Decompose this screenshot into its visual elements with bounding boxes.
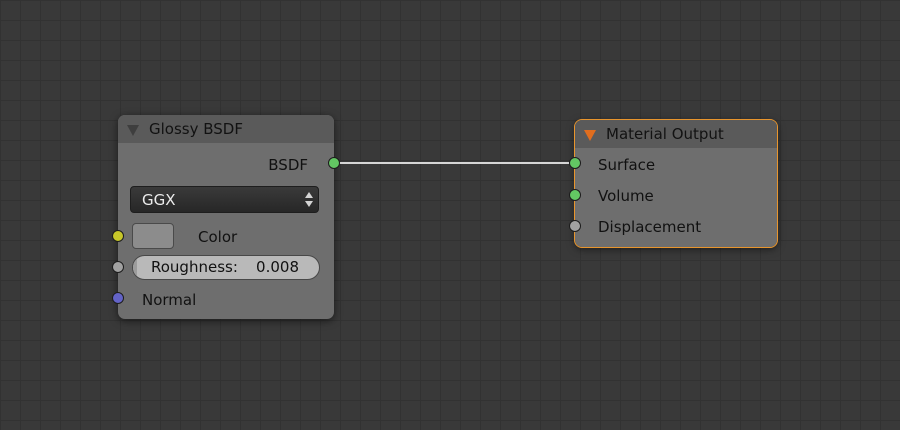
roughness-value: 0.008 bbox=[256, 258, 299, 276]
input-socket-roughness[interactable] bbox=[112, 261, 124, 273]
input-socket-displacement[interactable] bbox=[569, 220, 581, 232]
output-label-bsdf: BSDF bbox=[268, 156, 308, 174]
node-title: Material Output bbox=[606, 125, 724, 143]
input-label-displacement: Displacement bbox=[598, 218, 702, 236]
roughness-slider[interactable]: Roughness: 0.008 bbox=[132, 255, 320, 280]
input-label-volume: Volume bbox=[598, 187, 654, 205]
distribution-value: GGX bbox=[142, 191, 176, 209]
input-socket-color[interactable] bbox=[112, 230, 124, 242]
collapse-triangle-icon[interactable] bbox=[584, 130, 596, 141]
material-output-node[interactable]: Material Output Surface Volume Displacem… bbox=[569, 119, 778, 248]
collapse-triangle-icon[interactable] bbox=[127, 125, 139, 136]
distribution-dropdown[interactable]: GGX bbox=[130, 186, 319, 213]
glossy-bsdf-node[interactable]: Glossy BSDF BSDF GGX Color Roughness: 0.… bbox=[112, 115, 340, 319]
color-swatch[interactable] bbox=[132, 223, 174, 249]
roughness-fill bbox=[133, 256, 137, 279]
input-label-surface: Surface bbox=[598, 156, 656, 174]
input-socket-volume[interactable] bbox=[569, 189, 581, 201]
input-socket-surface[interactable] bbox=[569, 157, 581, 169]
input-label-color: Color bbox=[198, 228, 238, 246]
input-label-normal: Normal bbox=[142, 291, 197, 309]
glossy-bsdf-header[interactable]: Glossy BSDF bbox=[118, 115, 334, 143]
roughness-label: Roughness: bbox=[151, 258, 238, 276]
node-title: Glossy BSDF bbox=[149, 120, 243, 138]
node-editor-canvas[interactable]: Glossy BSDF BSDF GGX Color Roughness: 0.… bbox=[0, 0, 900, 430]
material-output-header[interactable]: Material Output bbox=[575, 120, 777, 148]
output-socket-bsdf[interactable] bbox=[328, 157, 340, 169]
up-down-arrows-icon bbox=[305, 191, 313, 209]
input-socket-normal[interactable] bbox=[112, 292, 124, 304]
